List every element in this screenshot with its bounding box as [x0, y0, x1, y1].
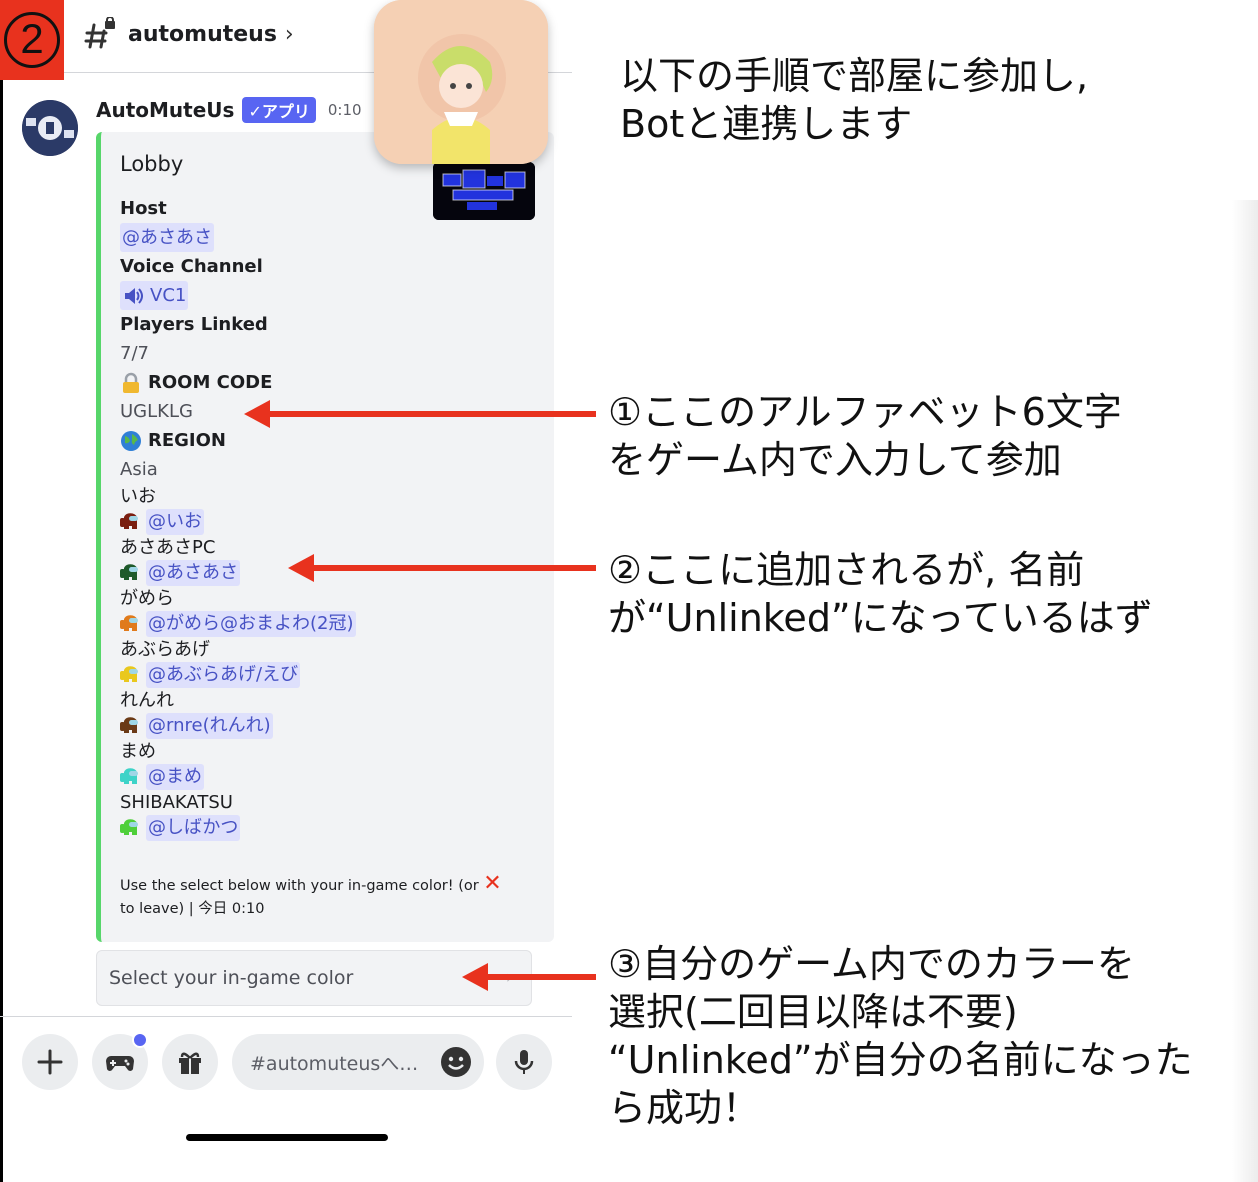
field-room-code-name: ROOM CODE: [120, 368, 530, 397]
gamepad-icon: [106, 1056, 134, 1071]
crewmate-icon: [120, 817, 140, 839]
cross-mark-icon: ✕: [483, 871, 502, 896]
player-mention[interactable]: @しばかつ: [146, 815, 241, 841]
microphone-icon: [514, 1050, 534, 1074]
player-mention-row: @あさあさ: [120, 560, 530, 586]
bot-avatar[interactable]: [22, 100, 78, 156]
player-mention[interactable]: @まめ: [146, 764, 204, 790]
crewmate-icon: [120, 664, 140, 686]
player-mention-row: @あぶらあげ/えび: [120, 662, 530, 688]
message-input[interactable]: #automuteusへ…: [232, 1034, 484, 1090]
smiley-icon: [441, 1047, 471, 1077]
chevron-right-icon: ›: [284, 21, 294, 47]
footer-line2: to leave) | 今日 0:10: [120, 901, 265, 917]
player-mention[interactable]: @あさあさ: [146, 560, 240, 586]
player-mention[interactable]: @いお: [146, 509, 204, 535]
intro-annotation: 以下の手順で部屋に参加し, Botと連携します: [620, 54, 1089, 146]
player-name: まめ: [120, 741, 156, 762]
emoji-button[interactable]: [440, 1046, 472, 1078]
lobby-embed: Lobby Host @あさあさ Voice Channel VC1 Playe…: [96, 132, 554, 942]
player-name: あぶらあげ: [120, 639, 210, 660]
field-players-name: Players Linked: [120, 314, 268, 335]
host-mention[interactable]: @あさあさ: [120, 223, 214, 252]
step3-annotation: ③自分のゲーム内でのカラーを 選択(二回目以降は不要) “Unlinked”が自…: [608, 942, 1193, 1130]
home-indicator: [186, 1134, 388, 1141]
player-mention-row: @しばかつ: [120, 815, 530, 841]
channel-hash-lock-icon: [84, 16, 118, 51]
arrow-head-players: [288, 554, 314, 582]
arrow-players: [312, 565, 596, 571]
lock-icon: [120, 372, 142, 394]
footer-line1: Use the select below with your in-game c…: [120, 878, 484, 894]
field-voice-name: Voice Channel: [120, 256, 263, 277]
step-number: 2: [4, 12, 60, 68]
message-timestamp: 0:10: [327, 101, 362, 119]
message-author[interactable]: AutoMuteUs: [96, 98, 234, 122]
edge-shadow: [1232, 200, 1258, 1182]
region-label: REGION: [148, 430, 226, 451]
message-input-placeholder: #automuteusへ…: [250, 1052, 419, 1075]
player-name: あさあさPC: [120, 537, 216, 558]
step2-annotation: ②ここに追加されるが, 名前 が“Unlinked”になっているはず: [608, 548, 1153, 640]
embed-body: Lobby Host @あさあさ Voice Channel VC1 Playe…: [120, 152, 530, 841]
message-meta: AutoMuteUs ✓アプリ 0:10: [96, 96, 362, 124]
player-name: れんれ: [120, 690, 174, 711]
speaker-icon: [122, 285, 144, 307]
arrow-room-code: [268, 411, 596, 417]
player-mention-row: @rnre(れんれ): [120, 713, 530, 739]
step1-annotation: ①ここのアルファベット6文字 をゲーム内で入力して参加: [608, 390, 1122, 482]
color-select-placeholder: Select your in-game color: [109, 967, 354, 989]
voice-channel-label: VC1: [150, 285, 187, 306]
voice-message-button[interactable]: [496, 1034, 552, 1090]
player-name: がめら: [120, 588, 174, 609]
phone-screenshot: automuteus › AutoMuteUs ✓アプリ 0:10 Lobby …: [0, 0, 572, 1182]
plus-icon: [37, 1049, 63, 1075]
field-host-value: @あさあさ: [120, 223, 530, 252]
player-mention-row: @まめ: [120, 764, 530, 790]
player-mention-row: @いお: [120, 509, 530, 535]
player-name: SHIBAKATSU: [120, 792, 233, 813]
region-value: Asia: [120, 459, 158, 480]
player-mention[interactable]: @rnre(れんれ): [146, 713, 273, 739]
user-avatar-overlay: [374, 0, 548, 164]
crewmate-icon: [120, 511, 140, 533]
field-players-value: 7/7: [120, 343, 149, 364]
players-list: いお @いお あさあさPC @あさあさ がめら @がめら@おまよわ(2冠) あぶらあげ @あぶ…: [120, 484, 530, 841]
embed-footer: Use the select below with your in-game c…: [120, 872, 530, 921]
room-code-label: ROOM CODE: [148, 372, 273, 393]
crewmate-icon: [120, 613, 140, 635]
voice-channel-mention[interactable]: VC1: [120, 281, 189, 310]
field-voice-value: VC1: [120, 281, 530, 310]
arrow-color-select: [486, 974, 596, 980]
gift-button[interactable]: [162, 1034, 218, 1090]
arrow-head-color-select: [462, 963, 488, 991]
player-name: いお: [120, 486, 156, 507]
activities-button[interactable]: [92, 1032, 148, 1090]
step-number-badge: 2: [0, 0, 64, 80]
channel-name: automuteus: [128, 21, 277, 47]
composer-divider: [0, 1016, 572, 1017]
player-mention[interactable]: @あぶらあげ/えび: [146, 662, 301, 688]
player-mention-row: @がめら@おまよわ(2冠): [120, 611, 530, 637]
gift-icon: [179, 1052, 201, 1074]
field-region-name: REGION: [120, 426, 530, 455]
player-mention[interactable]: @がめら@おまよわ(2冠): [146, 611, 356, 637]
field-host-name: Host: [120, 198, 167, 219]
app-badge: ✓アプリ: [242, 97, 316, 123]
channel-header[interactable]: automuteus ›: [84, 12, 294, 56]
crewmate-icon: [120, 766, 140, 788]
arrow-head-room-code: [244, 400, 270, 428]
add-button[interactable]: [22, 1034, 78, 1090]
globe-icon: [120, 430, 142, 452]
notification-dot: [132, 1032, 148, 1048]
crewmate-icon: [120, 715, 140, 737]
crewmate-icon: [120, 562, 140, 584]
